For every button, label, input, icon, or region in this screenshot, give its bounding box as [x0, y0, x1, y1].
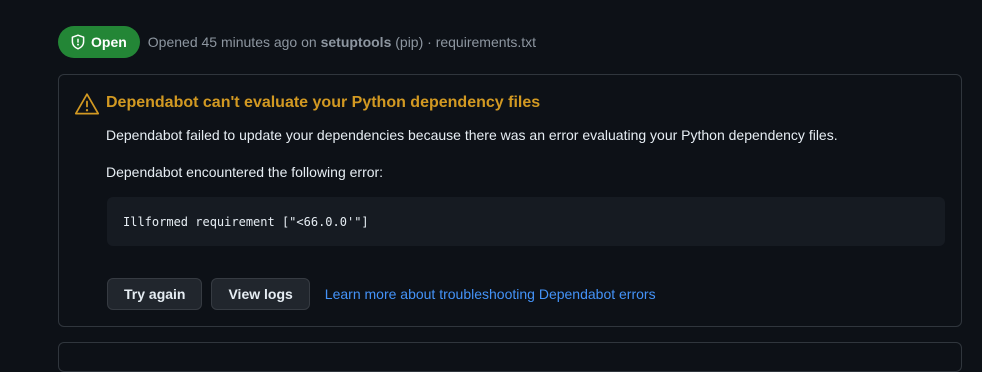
- alert-header: Open Opened 45 minutes ago on setuptools…: [58, 26, 536, 58]
- alert-triangle-icon: [74, 92, 100, 116]
- package-name: setuptools: [320, 34, 392, 50]
- learn-more-link[interactable]: Learn more about troubleshooting Dependa…: [325, 286, 656, 302]
- next-section-card: [58, 342, 962, 372]
- alert-meta: Opened 45 minutes ago on setuptools (pip…: [148, 34, 536, 50]
- error-title: Dependabot can't evaluate your Python de…: [106, 94, 541, 111]
- manifest-info: (pip) · requirements.txt: [391, 34, 537, 50]
- error-actions: Try again View logs Learn more about tro…: [107, 278, 656, 310]
- error-code-block: Illformed requirement ["<66.0.0'"]: [107, 197, 945, 246]
- status-badge: Open: [58, 26, 140, 58]
- status-label: Open: [91, 34, 127, 50]
- try-again-button[interactable]: Try again: [107, 278, 203, 310]
- view-logs-button[interactable]: View logs: [211, 278, 310, 310]
- error-code: Illformed requirement ["<66.0.0'"]: [123, 214, 369, 229]
- shield-icon: [70, 34, 86, 50]
- opened-time: Opened 45 minutes ago on: [147, 34, 321, 50]
- error-description: Dependabot failed to update your depende…: [106, 127, 838, 143]
- error-card: Dependabot can't evaluate your Python de…: [58, 74, 962, 327]
- error-intro: Dependabot encountered the following err…: [106, 164, 384, 180]
